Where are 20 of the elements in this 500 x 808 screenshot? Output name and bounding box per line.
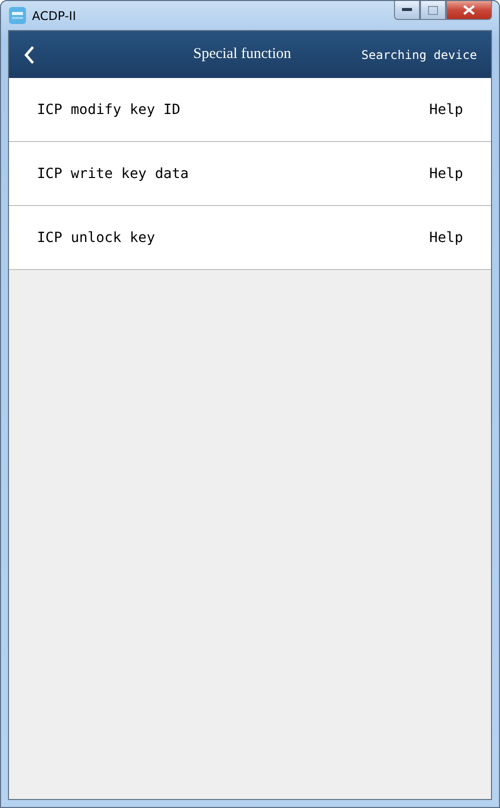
maximize-icon xyxy=(428,6,438,14)
maximize-button[interactable] xyxy=(420,1,446,20)
status-text: Searching device xyxy=(361,48,477,62)
back-icon xyxy=(23,44,35,64)
close-button[interactable] xyxy=(446,1,492,20)
minimize-icon xyxy=(402,8,412,12)
function-label: ICP write key data xyxy=(37,166,189,182)
function-row[interactable]: ICP modify key ID Help xyxy=(9,78,491,142)
function-row[interactable]: ICP unlock key Help xyxy=(9,206,491,270)
help-link[interactable]: Help xyxy=(429,230,463,246)
function-label: ICP modify key ID xyxy=(37,102,180,118)
function-row[interactable]: ICP write key data Help xyxy=(9,142,491,206)
page-title: Special function xyxy=(192,46,292,63)
help-link[interactable]: Help xyxy=(429,166,463,182)
minimize-button[interactable] xyxy=(394,1,420,20)
function-label: ICP unlock key xyxy=(37,230,156,246)
window-title: ACDP-II xyxy=(32,8,77,22)
app-icon xyxy=(9,7,26,24)
help-link[interactable]: Help xyxy=(429,102,463,118)
close-icon xyxy=(463,5,475,15)
